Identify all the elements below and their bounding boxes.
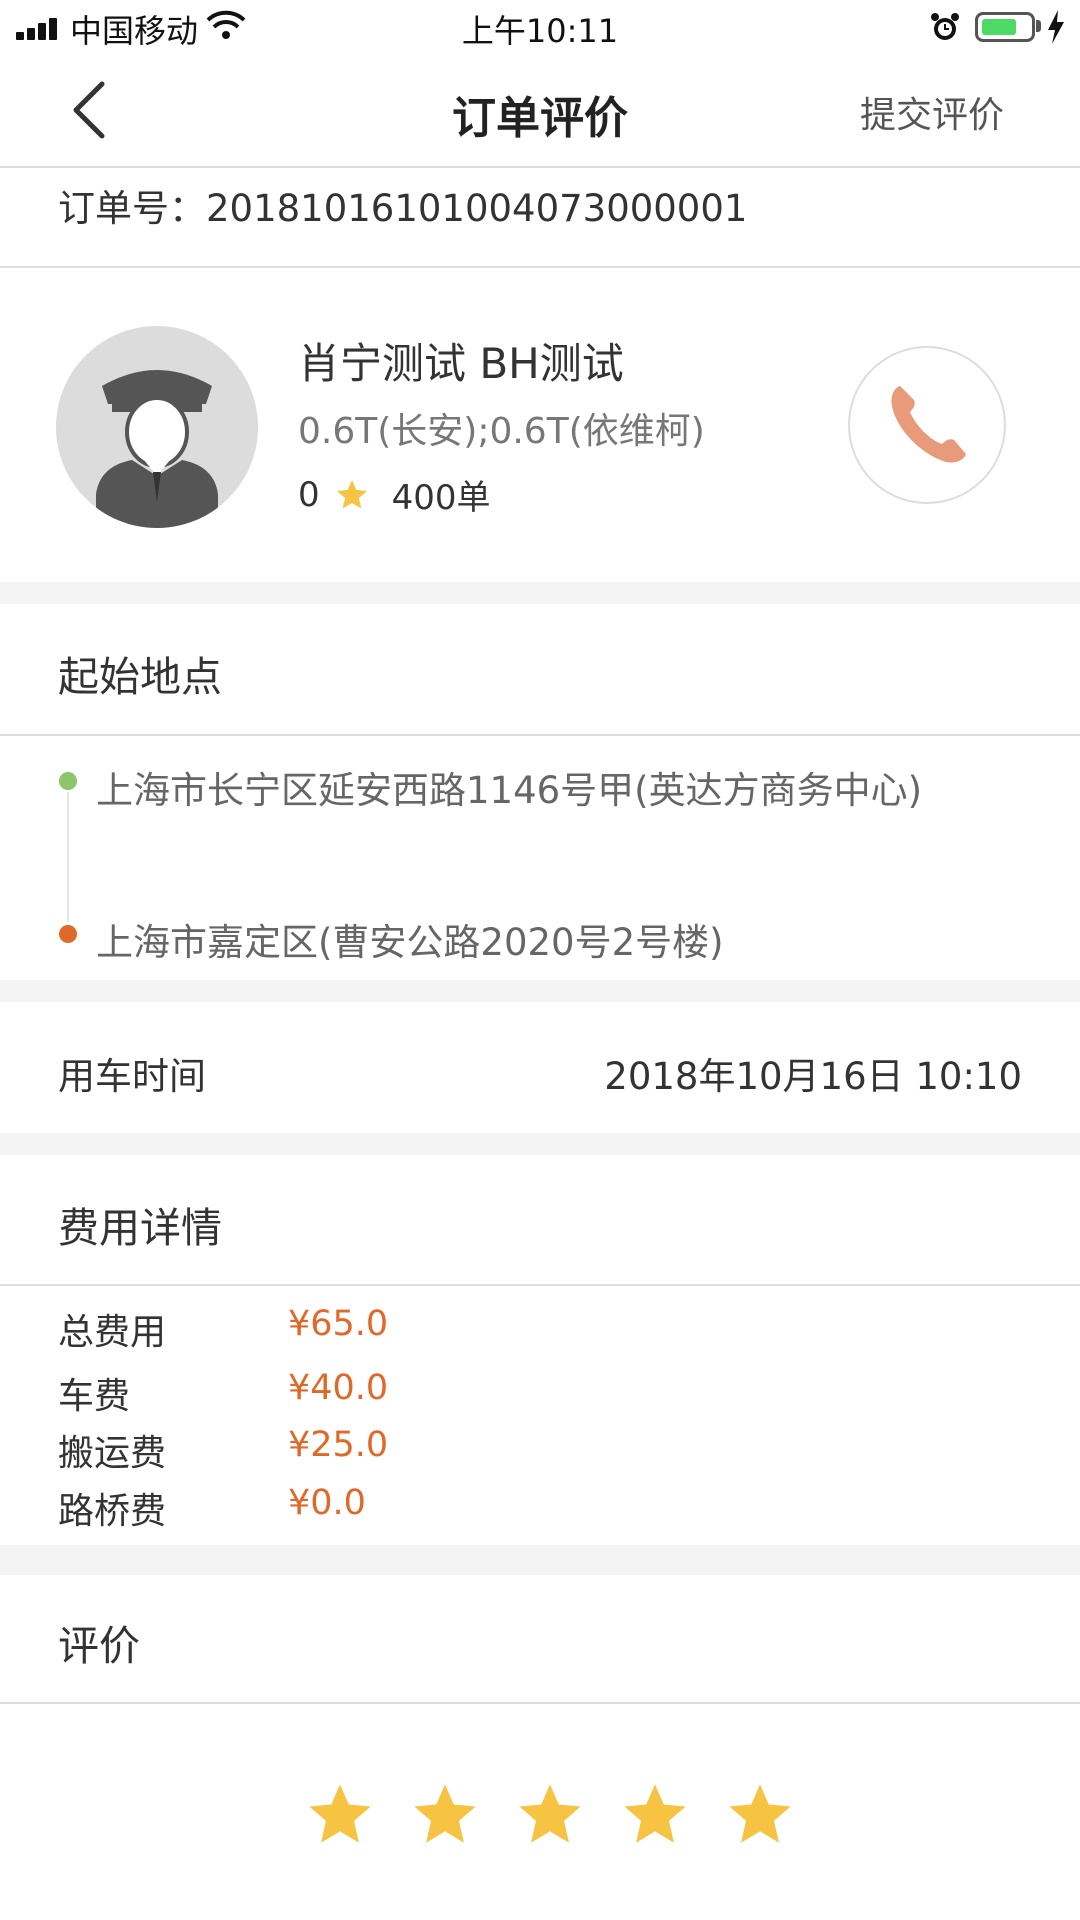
- rating-stars: [305, 1780, 795, 1850]
- divider: [0, 1284, 1080, 1286]
- fee-label: 路桥费: [58, 1491, 167, 1532]
- divider: [0, 266, 1080, 268]
- rating-star-1[interactable]: [305, 1780, 375, 1850]
- divider: [0, 1702, 1080, 1704]
- driver-name: 肖宁测试 BH测试: [298, 339, 624, 388]
- fee-label: 总费用: [58, 1312, 167, 1353]
- fee-value: ¥0.0: [288, 1483, 366, 1523]
- start-point-dot: [59, 772, 77, 790]
- divider: [0, 734, 1080, 736]
- section-gap: [0, 980, 1080, 1002]
- rating-star-2[interactable]: [410, 1780, 480, 1850]
- alarm-icon: [931, 13, 959, 40]
- order-review-screen: 中国移动 上午10:11 订单评价 提交评价 订单号：2018101610100…: [0, 0, 1080, 1920]
- battery-icon: [975, 12, 1035, 42]
- order-number: 订单号：20181016101004073000001: [58, 178, 747, 232]
- driver-rating: 0: [298, 474, 320, 515]
- order-number-label: 订单号：: [58, 187, 206, 230]
- submit-review-button[interactable]: 提交评价: [860, 86, 1004, 138]
- end-address: 上海市嘉定区(曹安公路2020号2号楼): [96, 921, 724, 964]
- fee-section-title: 费用详情: [58, 1204, 222, 1252]
- phone-icon: [891, 386, 966, 463]
- fee-value: ¥65.0: [288, 1304, 389, 1344]
- end-point-dot: [59, 925, 77, 943]
- driver-vehicles: 0.6T(长安);0.6T(依维柯): [298, 411, 705, 452]
- start-address: 上海市长宁区延安西路1146号甲(英达方商务中心): [96, 769, 923, 812]
- driver-stats: 0 400单: [298, 470, 491, 519]
- section-gap: [0, 1545, 1080, 1575]
- use-time-value: 2018年10月16日 10:10: [604, 1055, 1022, 1098]
- section-gap: [0, 1133, 1080, 1155]
- route-section-title: 起始地点: [58, 653, 222, 701]
- battery-tip: [1036, 20, 1041, 32]
- review-section-title: 评价: [58, 1622, 140, 1670]
- driver-order-count: 400单: [391, 478, 491, 518]
- driver-avatar-icon: [96, 370, 218, 528]
- section-gap: [0, 582, 1080, 604]
- fee-value: ¥40.0: [288, 1368, 389, 1408]
- navigation-bar: 订单评价 提交评价: [0, 56, 1080, 168]
- rating-star-5[interactable]: [725, 1780, 795, 1850]
- driver-avatar: [56, 326, 258, 528]
- call-driver-button[interactable]: [848, 346, 1006, 504]
- fee-value: ¥25.0: [288, 1425, 389, 1465]
- rating-star-3[interactable]: [515, 1780, 585, 1850]
- fee-label: 车费: [58, 1376, 131, 1417]
- clock-time: 上午10:11: [461, 12, 619, 50]
- star-icon: [336, 479, 367, 508]
- charging-bolt-icon: [1048, 10, 1064, 44]
- order-number-value: 20181016101004073000001: [206, 187, 748, 230]
- status-bar: 中国移动 上午10:11: [0, 0, 1080, 56]
- route-line: [67, 792, 69, 922]
- rating-star-4[interactable]: [620, 1780, 690, 1850]
- fee-label: 搬运费: [58, 1433, 167, 1474]
- use-time-label: 用车时间: [58, 1055, 206, 1098]
